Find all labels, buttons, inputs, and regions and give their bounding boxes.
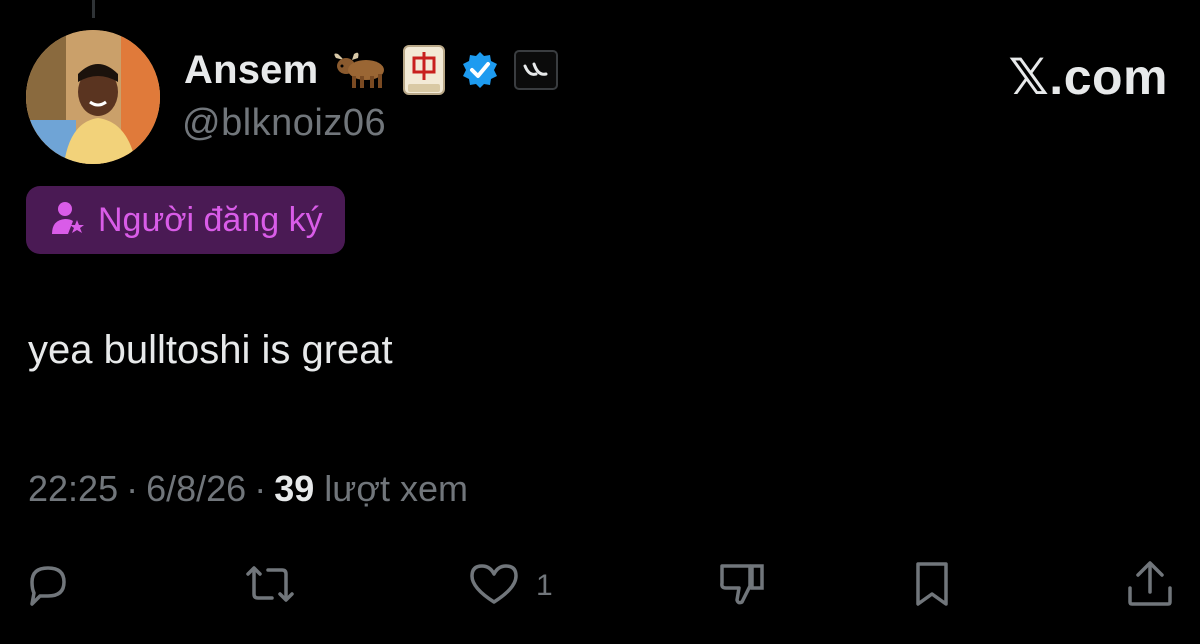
share-icon bbox=[1124, 558, 1176, 615]
author-display-name[interactable]: Ansem bbox=[184, 48, 318, 93]
thumbs-down-icon bbox=[716, 558, 768, 615]
reply-button[interactable] bbox=[24, 556, 72, 616]
retweet-button[interactable] bbox=[240, 556, 300, 616]
tweet-date[interactable]: 6/8/26 bbox=[146, 468, 246, 510]
views-label: lượt xem bbox=[324, 468, 468, 509]
affiliate-logo-icon[interactable] bbox=[514, 50, 559, 90]
retweet-icon bbox=[240, 560, 300, 613]
share-button[interactable] bbox=[1124, 556, 1176, 616]
subscriber-badge[interactable]: Người đăng ký bbox=[26, 186, 345, 254]
site-brand-logo: 𝕏.com bbox=[1008, 49, 1168, 105]
like-button[interactable]: 1 bbox=[466, 556, 553, 616]
avatar-image bbox=[26, 30, 160, 164]
bookmark-icon bbox=[908, 558, 956, 615]
meta-separator: · bbox=[126, 468, 139, 509]
author-name-row: Ansem bbox=[184, 44, 559, 96]
like-count: 1 bbox=[536, 569, 553, 602]
reply-icon bbox=[24, 560, 72, 613]
subscriber-badge-label: Người đăng ký bbox=[98, 200, 323, 239]
meta-separator: · bbox=[254, 468, 267, 509]
tweet-action-bar: 1 bbox=[0, 556, 1200, 616]
author-handle[interactable]: @blknoiz06 bbox=[182, 102, 386, 145]
thread-connector-line bbox=[92, 0, 95, 18]
ox-emoji-icon bbox=[332, 50, 388, 90]
avatar[interactable] bbox=[26, 30, 160, 164]
tweet-time[interactable]: 22:25 bbox=[28, 468, 118, 510]
dislike-button[interactable] bbox=[716, 556, 768, 616]
mahjong-red-dragon-icon bbox=[402, 44, 446, 96]
tweet-meta: 22:25 · 6/8/26 · 39 lượt xem bbox=[28, 468, 468, 510]
tweet-text: yea bulltoshi is great bbox=[28, 328, 393, 372]
verified-badge-icon[interactable] bbox=[460, 50, 500, 90]
views-count[interactable]: 39 bbox=[274, 468, 314, 510]
bookmark-button[interactable] bbox=[908, 556, 956, 616]
subscriber-star-icon bbox=[48, 198, 88, 243]
heart-icon bbox=[466, 560, 522, 613]
